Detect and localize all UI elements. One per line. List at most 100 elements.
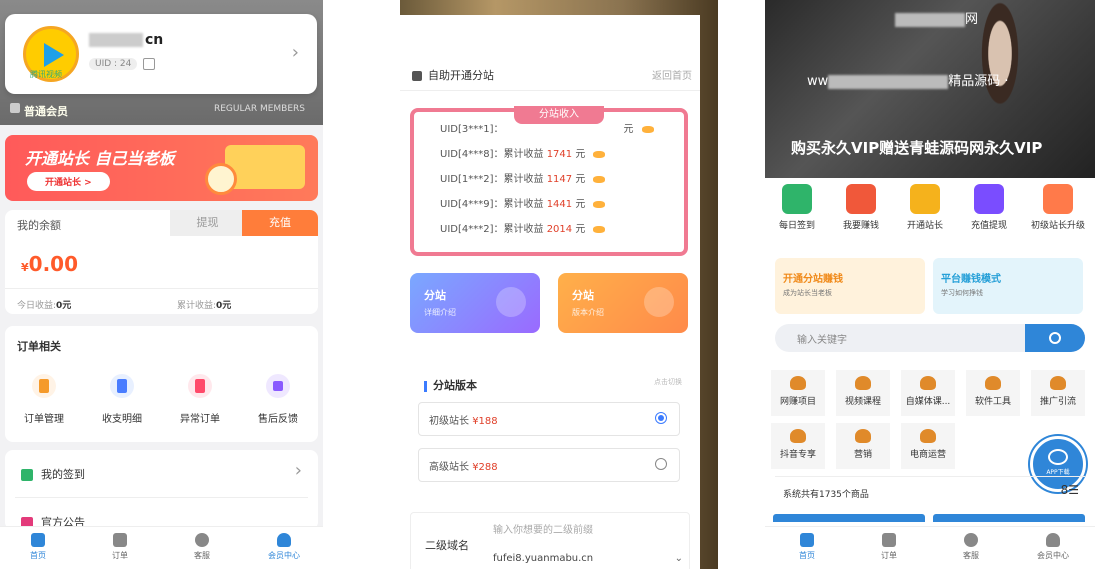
tab-service[interactable]: 客服 bbox=[172, 533, 232, 561]
open-station-button[interactable]: 开通站长 > bbox=[27, 172, 110, 191]
category-item[interactable]: 视频课程 bbox=[836, 370, 890, 416]
today-earnings: 今日收益:0元 bbox=[17, 301, 72, 311]
tab-orders[interactable]: 订单 bbox=[859, 533, 919, 561]
recharge-withdraw-button[interactable]: 充值提现 bbox=[957, 184, 1021, 231]
open-station-banner[interactable]: 开通站长 自己当老板 开通站长 > bbox=[5, 135, 318, 201]
home-icon bbox=[31, 533, 45, 547]
income-detail-button[interactable]: 收支明细 bbox=[87, 374, 157, 425]
earn-money-button[interactable]: 我要赚钱 bbox=[829, 184, 893, 231]
tab-member-center[interactable]: 会员中心 bbox=[1023, 533, 1083, 561]
alert-bag-icon bbox=[188, 374, 212, 398]
hero-line-1: 网 bbox=[895, 8, 978, 27]
orders-title: 订单相关 bbox=[17, 340, 61, 353]
category-item[interactable]: 营销 bbox=[836, 423, 890, 469]
crown-icon bbox=[910, 184, 940, 214]
order-management-button[interactable]: 订单管理 bbox=[9, 374, 79, 425]
version-option-basic[interactable]: 初级站长 ¥188 bbox=[418, 402, 680, 436]
my-checkin-item[interactable]: 我的签到 bbox=[21, 466, 85, 482]
member-level: 普通会员 bbox=[24, 105, 68, 118]
order-icon bbox=[32, 374, 56, 398]
user-icon bbox=[277, 533, 291, 547]
substation-income-card: 分站收入 UID[3***1]：元 UID[4***8]：累计收益 1741 元… bbox=[410, 106, 688, 256]
category-icon bbox=[985, 376, 1001, 390]
substation-detail-card[interactable]: 分站 详细介绍 bbox=[410, 273, 540, 333]
after-sales-button[interactable]: 售后反馈 bbox=[243, 374, 313, 425]
balance-card: 我的余额 提现 充值 ¥0.00 今日收益:0元 累计收益:0元 bbox=[5, 210, 318, 314]
abnormal-order-button[interactable]: 异常订单 bbox=[165, 374, 235, 425]
category-icon bbox=[790, 429, 806, 443]
version-title: 分站版本 bbox=[424, 377, 477, 393]
chevron-down-icon: ⌄ bbox=[674, 553, 683, 564]
promo-earning-mode[interactable]: 平台赚钱模式 学习如何挣钱 bbox=[933, 258, 1083, 314]
total-earnings: 累计收益:0元 bbox=[177, 301, 232, 311]
product-card[interactable] bbox=[773, 514, 925, 522]
tab-service[interactable]: 客服 bbox=[941, 533, 1001, 561]
product-count-bar: 系统共有1735个商品 8☰ bbox=[775, 476, 1085, 507]
category-item[interactable]: 网赚项目 bbox=[771, 370, 825, 416]
search-bar: 输入关键字 bbox=[775, 324, 1085, 352]
daily-checkin-button[interactable]: 每日签到 bbox=[765, 184, 829, 231]
orders-icon bbox=[882, 533, 896, 547]
hero-line-3: 购买永久VIP赠送青蛙源码网永久VIP bbox=[791, 139, 1043, 157]
headset-icon bbox=[195, 533, 209, 547]
tab-member-center[interactable]: 会员中心 bbox=[254, 533, 314, 561]
withdraw-tab[interactable]: 提现 bbox=[170, 210, 245, 236]
radio-selected[interactable] bbox=[655, 412, 667, 424]
page-header: 自助开通分站 返回首页 bbox=[400, 15, 700, 91]
tab-home[interactable]: 首页 bbox=[777, 533, 837, 561]
home-icon bbox=[800, 533, 814, 547]
subdomain-label: 二级域名 bbox=[425, 539, 469, 552]
coin-icon bbox=[641, 125, 654, 133]
upgrade-button[interactable]: 初级站长升级 bbox=[1023, 184, 1093, 231]
domain-select[interactable]: fufei8.yuanmabu.cn bbox=[493, 553, 593, 564]
coin-icon bbox=[593, 200, 606, 208]
menu-list: 我的签到 › 官方公告 bbox=[5, 450, 318, 530]
category-icon bbox=[790, 376, 806, 390]
tab-orders[interactable]: 订单 bbox=[90, 533, 150, 561]
page-title: 自助开通分站 bbox=[412, 67, 494, 83]
balance-label: 我的余额 bbox=[17, 219, 61, 232]
category-item[interactable]: 推广引流 bbox=[1031, 370, 1085, 416]
income-row: UID[1***2]：累计收益 1147 元 bbox=[440, 170, 606, 185]
category-icon bbox=[1050, 376, 1066, 390]
version-option-advanced[interactable]: 高级站长 ¥288 bbox=[418, 448, 680, 482]
member-center-screen: 腾讯视频 cn UID : 24 › 普通会员 REGULAR MEMBERS … bbox=[0, 0, 323, 569]
category-icon bbox=[855, 429, 871, 443]
member-level-bar: 普通会员 REGULAR MEMBERS bbox=[10, 98, 313, 122]
open-station-button[interactable]: 开通站长 bbox=[893, 184, 957, 231]
category-item[interactable]: 自媒体课... bbox=[901, 370, 955, 416]
promo-open-substation[interactable]: 开通分站赚钱 成为站长当老板 bbox=[775, 258, 925, 314]
version-hint: 点击切换 bbox=[654, 378, 682, 386]
copy-icon[interactable] bbox=[143, 58, 155, 70]
search-input[interactable]: 输入关键字 bbox=[797, 331, 847, 346]
product-card[interactable] bbox=[933, 514, 1085, 522]
back-home-link[interactable]: 返回首页 bbox=[652, 67, 692, 82]
banner-title: 开通站长 自己当老板 bbox=[25, 149, 175, 168]
grid-toggle-icon[interactable]: 8☰ bbox=[1061, 483, 1079, 497]
category-item[interactable]: 抖音专享 bbox=[771, 423, 825, 469]
card-illustration-icon bbox=[225, 145, 305, 189]
user-card[interactable]: 腾讯视频 cn UID : 24 › bbox=[5, 14, 317, 94]
income-row: UID[4***2]：累计收益 2014 元 bbox=[440, 220, 606, 235]
hero-banner[interactable]: 网 ww 精品源码 · 购买永久VIP赠送青蛙源码网永久VIP bbox=[765, 0, 1095, 178]
member-level-en: REGULAR MEMBERS bbox=[213, 104, 305, 114]
category-item[interactable]: 电商运营 bbox=[901, 423, 955, 469]
headset-icon bbox=[964, 533, 978, 547]
tab-home[interactable]: 首页 bbox=[8, 533, 68, 561]
chevron-right-icon: › bbox=[294, 460, 302, 481]
calendar-icon bbox=[21, 469, 33, 481]
orders-icon bbox=[113, 533, 127, 547]
category-item[interactable]: 软件工具 bbox=[966, 370, 1020, 416]
calendar-check-icon bbox=[782, 184, 812, 214]
radio-unselected[interactable] bbox=[655, 458, 667, 470]
income-row: UID[4***8]：累计收益 1741 元 bbox=[440, 145, 606, 160]
search-button[interactable] bbox=[1025, 324, 1085, 352]
crown-icon bbox=[10, 103, 20, 113]
subdomain-input[interactable]: 输入你想要的二级前缀 bbox=[493, 521, 593, 536]
coin-icon bbox=[593, 225, 606, 233]
bottom-tab-bar: 首页 订单 客服 会员中心 bbox=[765, 526, 1095, 569]
substation-version-card[interactable]: 分站 版本介绍 bbox=[558, 273, 688, 333]
money-icon bbox=[846, 184, 876, 214]
recharge-tab[interactable]: 充值 bbox=[242, 210, 318, 236]
app-logo-icon: 腾讯视频 bbox=[23, 26, 79, 82]
